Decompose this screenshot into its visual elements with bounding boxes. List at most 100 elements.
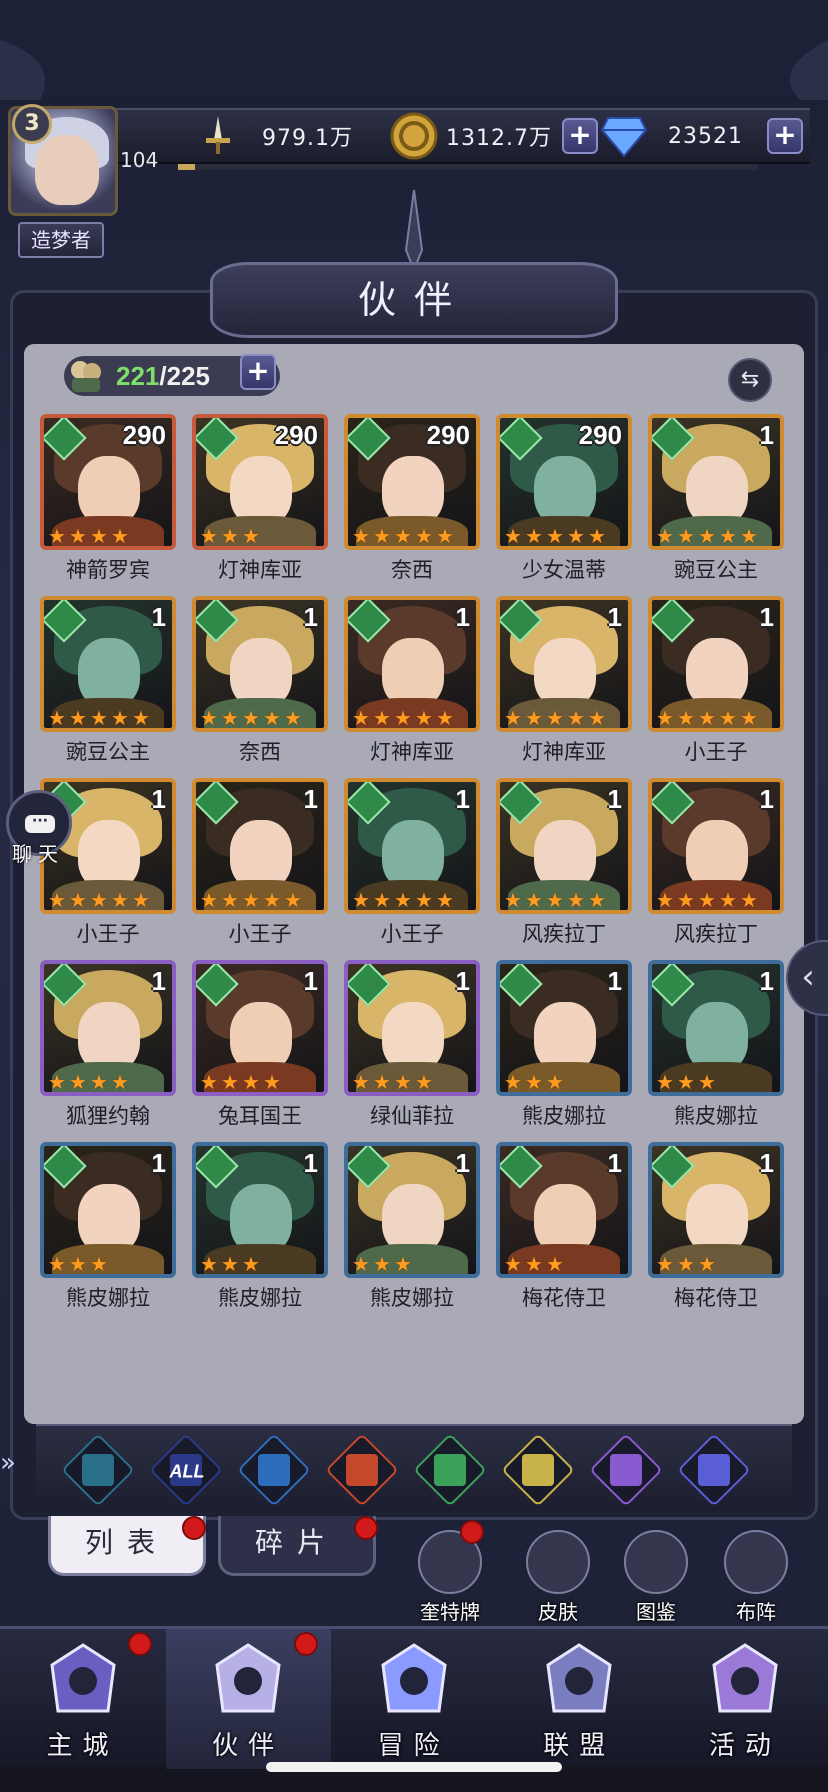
hero-level: 1: [759, 1148, 774, 1178]
hero-portrait: 1 ★ ★ ★ ★: [40, 960, 176, 1096]
hero-portrait: 290 ★ ★ ★ ★: [40, 414, 176, 550]
tool-formation-chess[interactable]: 布阵: [708, 1530, 804, 1624]
skin-outfit-icon: [526, 1530, 590, 1594]
sort-toggle-button[interactable]: ⇆: [728, 358, 772, 402]
hero-card[interactable]: 1 ★ ★ ★ 梅花侍卫: [496, 1142, 632, 1314]
star-icon: ★: [546, 524, 564, 548]
chevron-up-element-icon[interactable]: [61, 1433, 135, 1507]
hero-portrait: 1 ★ ★ ★ ★ ★: [344, 778, 480, 914]
hero-portrait: 290 ★ ★ ★ ★ ★: [496, 414, 632, 550]
star-icon: ★: [546, 706, 564, 730]
hero-level: 290: [274, 420, 318, 450]
hero-card[interactable]: 1 ★ ★ ★ ★ 狐狸约翰: [40, 960, 176, 1132]
hero-stars: ★ ★ ★ ★: [48, 524, 131, 548]
hero-stars: ★ ★ ★ ★ ★: [504, 706, 608, 730]
fire-element-icon[interactable]: [325, 1433, 399, 1507]
light-element-icon[interactable]: [501, 1433, 575, 1507]
hero-card[interactable]: 1 ★ ★ ★ 熊皮娜拉: [496, 960, 632, 1132]
hero-name: 风疾拉丁: [522, 922, 606, 946]
gold-value: 1312.7万: [446, 126, 552, 151]
hero-card[interactable]: 1 ★ ★ ★ 熊皮娜拉: [40, 1142, 176, 1314]
nav-label: 伙伴: [212, 1731, 285, 1761]
tool-tarot-cards[interactable]: 奎特牌: [402, 1530, 498, 1624]
add-gem-button[interactable]: +: [767, 118, 803, 154]
hero-card[interactable]: 1 ★ ★ ★ 熊皮娜拉: [344, 1142, 480, 1314]
hero-card[interactable]: 1 ★ ★ ★ 熊皮娜拉: [648, 960, 784, 1132]
diamond-icon: [600, 117, 648, 158]
hero-portrait: 290 ★ ★ ★: [192, 414, 328, 550]
star-icon: ★: [504, 888, 522, 912]
hero-level: 1: [151, 966, 166, 996]
nav-item-event-cards[interactable]: 活动: [662, 1629, 827, 1769]
hero-card[interactable]: 1 ★ ★ ★ ★ ★ 风疾拉丁: [648, 778, 784, 950]
star-icon: ★: [698, 524, 716, 548]
hero-card[interactable]: 290 ★ ★ ★ 灯神库亚: [192, 414, 328, 586]
hero-stars: ★ ★ ★: [48, 1254, 110, 1274]
nav-item-compass-star[interactable]: 冒险: [331, 1629, 496, 1769]
all-element-icon[interactable]: ALL: [149, 1433, 223, 1507]
hero-card[interactable]: 1 ★ ★ ★ ★ ★ 豌豆公主: [40, 596, 176, 768]
hero-card[interactable]: 1 ★ ★ ★ ★ ★ 灯神库亚: [496, 596, 632, 768]
star-icon: ★: [221, 524, 239, 548]
player-title-tag[interactable]: 造梦者: [18, 222, 104, 258]
hero-level: 1: [303, 602, 318, 632]
hero-card[interactable]: 1 ★ ★ ★ ★ ★ 灯神库亚: [344, 596, 480, 768]
star-icon: ★: [677, 1070, 695, 1094]
hero-card[interactable]: 1 ★ ★ ★ ★ ★ 风疾拉丁: [496, 778, 632, 950]
hero-level: 1: [607, 602, 622, 632]
hero-stars: ★ ★ ★ ★ ★: [656, 708, 760, 728]
hero-portrait: 290 ★ ★ ★ ★ ★: [344, 414, 480, 550]
avatar-face: [35, 135, 99, 205]
hero-level: 1: [607, 1148, 622, 1178]
star-icon: ★: [504, 524, 522, 548]
star-icon: ★: [352, 888, 370, 912]
planet-element-icon[interactable]: [677, 1433, 751, 1507]
hero-name: 神箭罗宾: [66, 558, 150, 582]
tool-codex-book[interactable]: 图鉴: [608, 1530, 704, 1624]
chevron-double-right-icon[interactable]: »: [0, 1448, 30, 1504]
hero-count-total: /225: [159, 360, 210, 391]
hero-card[interactable]: 290 ★ ★ ★ ★ ★ 少女温蒂: [496, 414, 632, 586]
wind-element-icon[interactable]: [413, 1433, 487, 1507]
star-icon: ★: [200, 1070, 218, 1094]
hero-level: 290: [426, 420, 470, 450]
hero-card[interactable]: 1 ★ ★ ★ ★ ★ 豌豆公主: [648, 414, 784, 586]
hero-card[interactable]: 1 ★ ★ ★ ★ ★ 小王子: [192, 778, 328, 950]
hero-level: 1: [759, 966, 774, 996]
hero-card[interactable]: 1 ★ ★ ★ ★ ★ 小王子: [344, 778, 480, 950]
castle-icon: [40, 1639, 126, 1725]
star-icon: ★: [69, 524, 87, 548]
hero-card[interactable]: 290 ★ ★ ★ ★ ★ 奈西: [344, 414, 480, 586]
hero-level: 1: [151, 784, 166, 814]
power-resource: 979.1万: [196, 108, 353, 164]
hero-card[interactable]: 1 ★ ★ ★ ★ 绿仙菲拉: [344, 960, 480, 1132]
star-icon: ★: [567, 524, 585, 548]
star-icon: ★: [504, 706, 522, 730]
hero-level: 1: [759, 784, 774, 814]
hero-card[interactable]: 1 ★ ★ ★ ★ 兔耳国王: [192, 960, 328, 1132]
moon-element-icon[interactable]: [589, 1433, 663, 1507]
hero-portrait: 1 ★ ★ ★: [496, 960, 632, 1096]
hero-name: 熊皮娜拉: [522, 1104, 606, 1128]
hero-card[interactable]: 1 ★ ★ ★ 梅花侍卫: [648, 1142, 784, 1314]
star-icon: ★: [200, 706, 218, 730]
shield-crest-icon: [536, 1639, 622, 1725]
tool-skin-outfit[interactable]: 皮肤: [510, 1530, 606, 1624]
hero-card[interactable]: 1 ★ ★ ★ ★ ★ 小王子: [648, 596, 784, 768]
expand-capacity-button[interactable]: +: [240, 354, 276, 390]
hero-card[interactable]: 1 ★ ★ ★ ★ ★ 奈西: [192, 596, 328, 768]
star-icon: ★: [436, 524, 454, 548]
star-icon: ★: [263, 888, 281, 912]
add-gold-button[interactable]: +: [561, 118, 598, 154]
hero-name: 少女温蒂: [522, 558, 606, 582]
hero-card[interactable]: 1 ★ ★ ★ 熊皮娜拉: [192, 1142, 328, 1314]
gem-value: 23521: [668, 123, 743, 149]
water-element-icon[interactable]: [237, 1433, 311, 1507]
nav-item-shield-crest[interactable]: 联盟: [497, 1629, 662, 1769]
hero-card[interactable]: 290 ★ ★ ★ ★ 神箭罗宾: [40, 414, 176, 586]
hero-level: 1: [455, 602, 470, 632]
hero-stars: ★ ★ ★ ★ ★: [504, 888, 608, 912]
tab-fragments[interactable]: 碎片: [218, 1516, 376, 1576]
star-icon: ★: [242, 524, 260, 548]
codex-book-icon: [624, 1530, 688, 1594]
